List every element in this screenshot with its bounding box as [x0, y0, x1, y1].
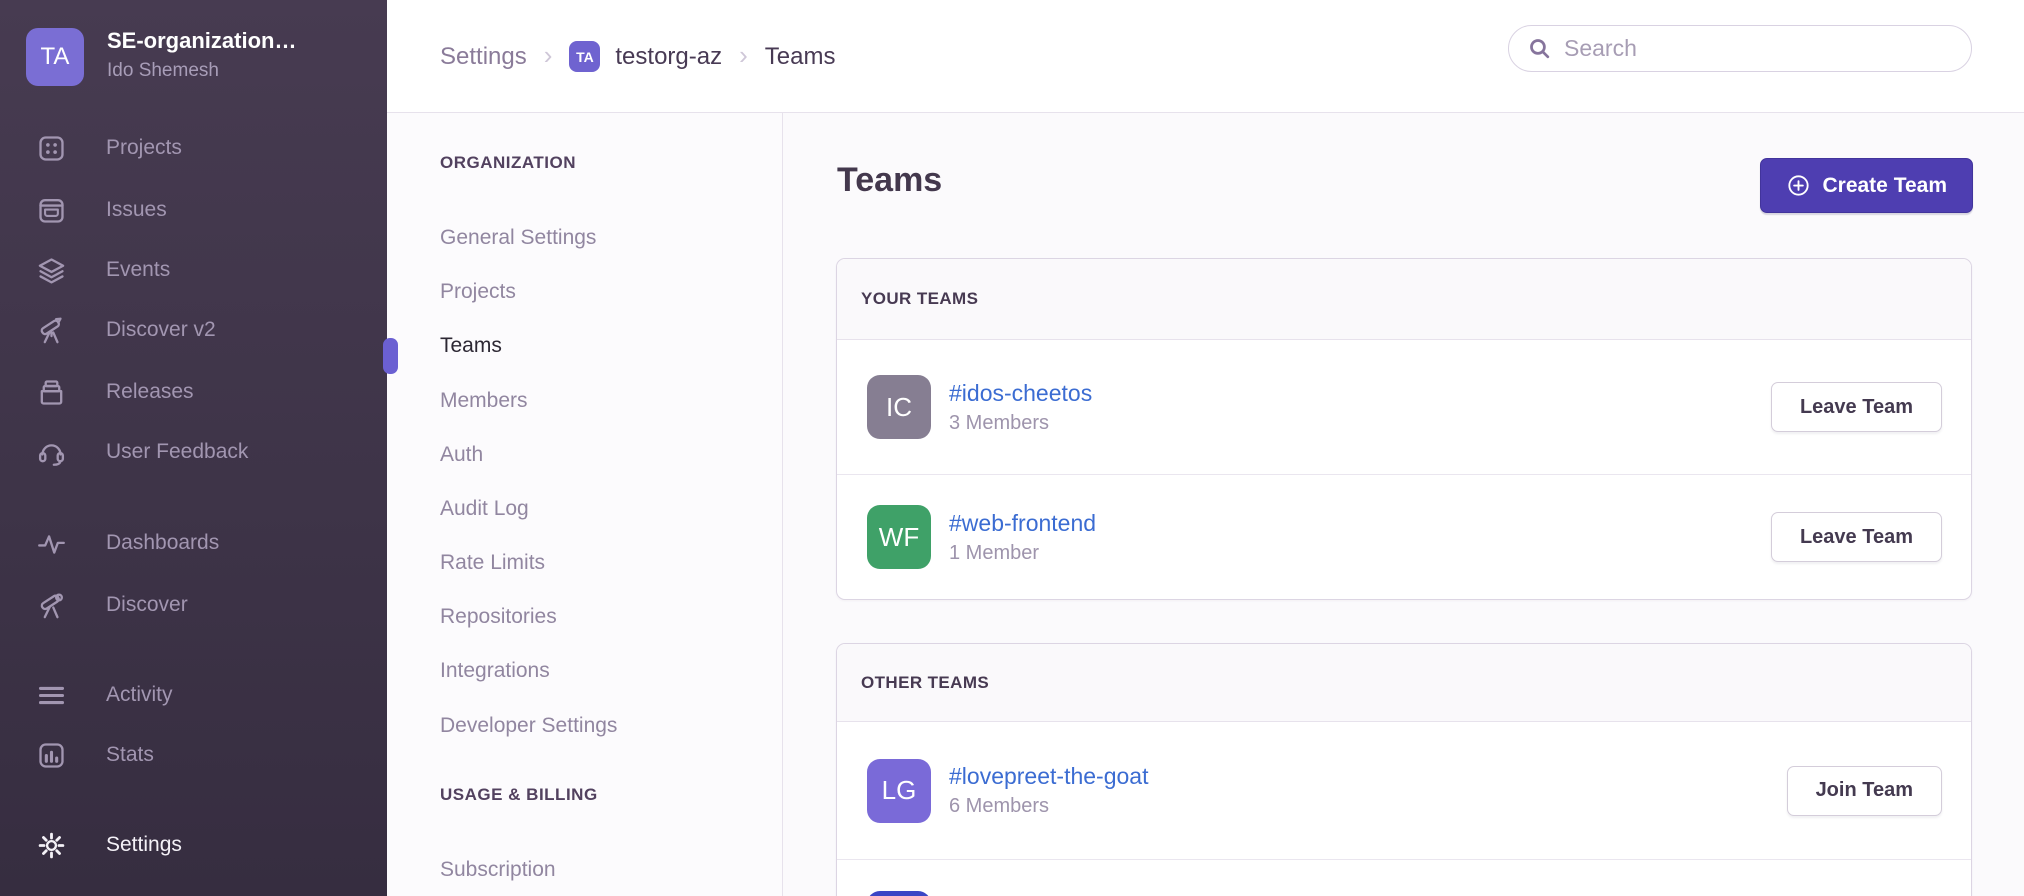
other-teams-panel: OTHER TEAMS LG #lovepreet-the-goat 6 Mem…: [836, 643, 1972, 896]
nav-item-rate-limits[interactable]: Rate Limits: [440, 551, 545, 575]
team-link[interactable]: #lovepreet-the-goat: [949, 763, 1148, 790]
create-team-label: Create Team: [1822, 174, 1947, 198]
sidebar-item-label: Settings: [106, 833, 182, 857]
sidebar-item-label: User Feedback: [106, 440, 248, 464]
sidebar-item-stats[interactable]: Stats: [0, 737, 387, 773]
sidebar-item-user-feedback[interactable]: User Feedback: [0, 434, 387, 470]
team-avatar: [867, 891, 931, 896]
team-member-count: 6 Members: [949, 795, 1148, 818]
leave-team-button[interactable]: Leave Team: [1771, 512, 1942, 562]
your-teams-panel: YOUR TEAMS IC #idos-cheetos 3 Members Le…: [836, 258, 1972, 600]
breadcrumb: Settings › TA testorg-az › Teams: [440, 0, 835, 113]
team-avatar: WF: [867, 505, 931, 569]
nav-item-audit-log[interactable]: Audit Log: [440, 497, 529, 521]
chevron-right-icon: ›: [737, 42, 750, 72]
sidebar-item-label: Issues: [106, 198, 167, 222]
app-sidebar: TA SE-organization… Ido Shemesh Projects…: [0, 0, 387, 896]
search-box[interactable]: [1508, 25, 1972, 72]
bar-chart-icon: [36, 740, 67, 771]
main-content: Teams Create Team YOUR TEAMS IC #idos-ch…: [783, 113, 2024, 896]
org-user-name: Ido Shemesh: [107, 60, 219, 82]
top-bar: Settings › TA testorg-az › Teams: [387, 0, 2024, 113]
projects-icon: [36, 133, 67, 164]
org-avatar[interactable]: TA: [26, 28, 84, 86]
org-name[interactable]: SE-organization…: [107, 28, 357, 54]
breadcrumb-org[interactable]: testorg-az: [615, 43, 722, 71]
nav-item-projects[interactable]: Projects: [440, 280, 516, 304]
nav-item-teams[interactable]: Teams: [440, 334, 502, 358]
menu-lines-icon: [36, 680, 67, 711]
team-link[interactable]: #idos-cheetos: [949, 380, 1092, 407]
nav-item-auth[interactable]: Auth: [440, 443, 483, 467]
create-team-button[interactable]: Create Team: [1760, 158, 1973, 213]
nav-item-subscription[interactable]: Subscription: [440, 858, 556, 882]
team-avatar: IC: [867, 375, 931, 439]
sidebar-item-discover[interactable]: Discover: [0, 587, 387, 623]
team-row-partial: [837, 859, 1971, 896]
sidebar-item-label: Projects: [106, 136, 182, 160]
team-member-count: 3 Members: [949, 412, 1092, 435]
sidebar-item-label: Releases: [106, 380, 194, 404]
settings-secondary-nav: ORGANIZATION General Settings Projects T…: [387, 113, 783, 896]
sidebar-item-settings[interactable]: Settings: [0, 827, 387, 863]
nav-item-members[interactable]: Members: [440, 389, 528, 413]
events-icon: [36, 255, 67, 286]
page-title: Teams: [837, 161, 942, 200]
sidebar-item-events[interactable]: Events: [0, 252, 387, 288]
gear-icon: [36, 830, 67, 861]
sidebar-item-label: Discover v2: [106, 318, 216, 342]
sidebar-active-indicator: [383, 338, 398, 374]
telescope-icon: [36, 590, 67, 621]
search-input[interactable]: [1564, 35, 1924, 62]
breadcrumb-settings[interactable]: Settings: [440, 43, 527, 71]
panel-header: YOUR TEAMS: [837, 259, 1971, 340]
nav-item-integrations[interactable]: Integrations: [440, 659, 550, 683]
team-row: LG #lovepreet-the-goat 6 Members Join Te…: [837, 722, 1971, 859]
sidebar-item-releases[interactable]: Releases: [0, 374, 387, 410]
team-member-count: 1 Member: [949, 542, 1096, 565]
sidebar-item-activity[interactable]: Activity: [0, 677, 387, 713]
team-row: IC #idos-cheetos 3 Members Leave Team: [837, 340, 1971, 474]
sidebar-item-label: Stats: [106, 743, 154, 767]
chevron-right-icon: ›: [542, 42, 555, 72]
nav-item-developer-settings[interactable]: Developer Settings: [440, 714, 617, 738]
sidebar-item-label: Events: [106, 258, 170, 282]
sidebar-item-dashboards[interactable]: Dashboards: [0, 525, 387, 561]
nav-item-repositories[interactable]: Repositories: [440, 605, 557, 629]
join-team-button[interactable]: Join Team: [1787, 766, 1942, 816]
issues-icon: [36, 195, 67, 226]
sidebar-item-label: Activity: [106, 683, 173, 707]
sidebar-item-label: Dashboards: [106, 531, 219, 555]
sidebar-item-label: Discover: [106, 593, 188, 617]
breadcrumb-page: Teams: [765, 43, 836, 71]
team-row: WF #web-frontend 1 Member Leave Team: [837, 474, 1971, 599]
sidebar-item-projects[interactable]: Projects: [0, 130, 387, 166]
org-badge[interactable]: TA: [569, 41, 600, 72]
nav-section-organization: ORGANIZATION: [440, 153, 576, 173]
pulse-icon: [36, 528, 67, 559]
leave-team-button[interactable]: Leave Team: [1771, 382, 1942, 432]
team-link[interactable]: #web-frontend: [949, 510, 1096, 537]
team-avatar: LG: [867, 759, 931, 823]
nav-section-usage-billing: USAGE & BILLING: [440, 785, 598, 805]
plus-circle-icon: [1786, 173, 1811, 198]
search-icon: [1527, 36, 1552, 61]
panel-header: OTHER TEAMS: [837, 644, 1971, 722]
nav-item-general-settings[interactable]: General Settings: [440, 226, 596, 250]
telescope-icon: [36, 315, 67, 346]
sidebar-item-issues[interactable]: Issues: [0, 192, 387, 228]
sidebar-item-discover-v2[interactable]: Discover v2: [0, 312, 387, 348]
archive-icon: [36, 377, 67, 408]
headset-icon: [36, 437, 67, 468]
